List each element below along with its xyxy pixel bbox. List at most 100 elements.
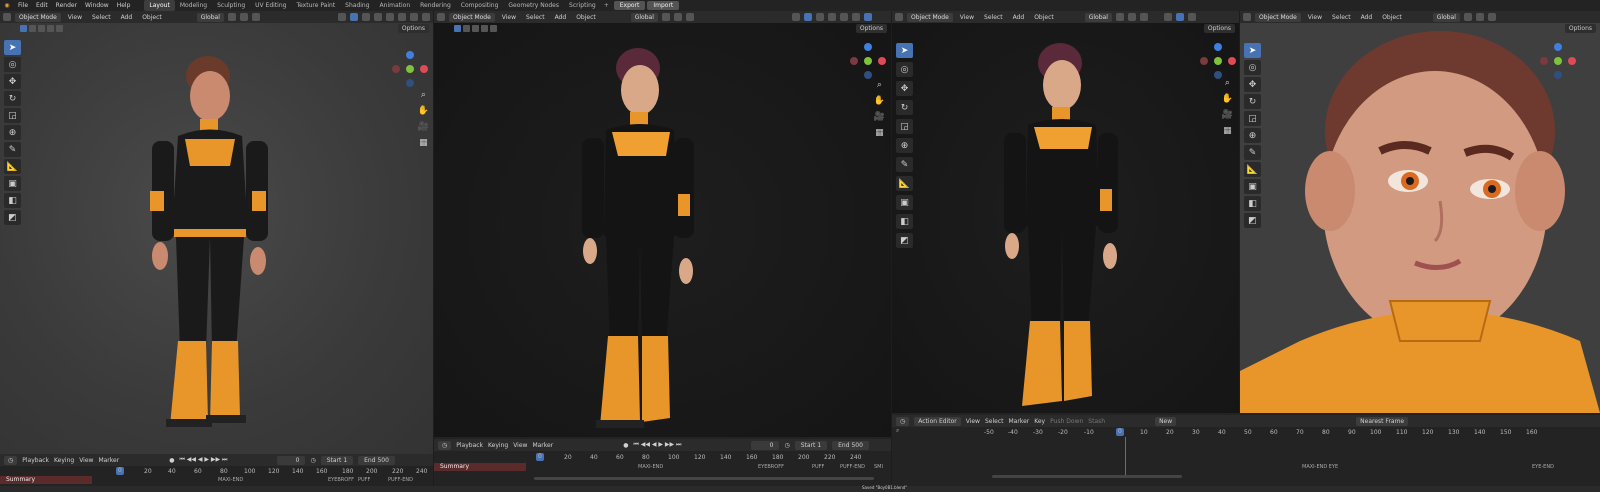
export-button[interactable]: Export [613,1,646,10]
current-frame-indicator[interactable]: 0 [116,467,124,475]
menu-add[interactable]: Add [1358,14,1376,21]
menu-add[interactable]: Add [552,14,570,21]
summary-channel[interactable]: Summary [0,476,92,484]
editor-type-icon[interactable]: ◷ [438,440,452,450]
snap-dropdown[interactable]: Nearest Frame [1356,416,1409,426]
timeline-ruler[interactable]: 0 20 40 60 80 100 120 140 160 180 200 22… [534,452,891,462]
playback-controls-icon[interactable]: ⏮ ◀◀ ◀ ▶ ▶▶ ⏭ [179,456,227,464]
tab-rendering[interactable]: Rendering [415,0,456,11]
summary-channel[interactable]: Summary [434,463,526,471]
measure-tool-icon[interactable]: 📐 [4,159,21,174]
menu-view[interactable]: View [513,442,527,449]
tab-uv-editing[interactable]: UV Editing [250,0,291,11]
editor-type-icon[interactable] [3,13,11,21]
gizmo-toggle-icon[interactable] [803,13,812,21]
select-new-icon[interactable] [20,25,27,32]
menu-marker[interactable]: Marker [532,442,553,449]
snap-icon[interactable] [673,13,682,21]
pivot-icon[interactable] [1115,13,1124,21]
viewport-2[interactable]: Object Mode View Select Add Object Globa… [434,11,891,437]
action-editor-mode-dropdown[interactable]: Action Editor [914,416,961,426]
rotate-tool-icon[interactable]: ↻ [1244,94,1261,109]
stash-button[interactable]: Stash [1088,418,1105,425]
select-intersect-icon[interactable] [490,25,497,32]
record-icon[interactable]: ● [169,457,174,464]
menu-key[interactable]: Key [1034,418,1045,425]
annotate-tool-icon[interactable]: ✎ [1244,145,1261,160]
shading-wire-icon[interactable] [827,13,836,21]
import-button[interactable]: Import [647,1,680,10]
character-model[interactable] [140,51,280,441]
marker[interactable]: PUFF-END [840,464,865,470]
tab-animation[interactable]: Animation [375,0,416,11]
pan-hand-icon[interactable]: ✋ [874,95,885,107]
menu-view[interactable]: View [957,14,977,21]
menu-keying[interactable]: Keying [488,442,508,449]
zoom-icon[interactable]: ⌕ [421,89,426,101]
shading-rendered-icon[interactable] [863,13,872,21]
mode-dropdown[interactable]: Object Mode [449,12,495,22]
transform-tool-icon[interactable]: ⊕ [4,125,21,140]
select-extend-icon[interactable] [29,25,36,32]
editor-type-icon[interactable]: ◷ [4,455,18,465]
cursor-tool-icon[interactable]: ◎ [1244,60,1261,75]
menu-add[interactable]: Add [1010,14,1028,21]
editor-type-icon[interactable] [437,13,445,21]
marker[interactable]: PUFF [812,464,824,470]
start-frame-field[interactable]: Start 1 [794,440,828,450]
navigation-gizmo[interactable] [1538,41,1578,81]
z-axis-icon[interactable] [1554,43,1562,51]
scale-tool-icon[interactable]: ◲ [1244,111,1261,126]
menu-object[interactable]: Object [573,14,599,21]
playhead-line[interactable] [1125,437,1126,477]
menu-view[interactable]: View [966,418,980,425]
clock-icon[interactable]: ◷ [784,442,789,449]
menu-playback[interactable]: Playback [22,457,49,464]
z-axis-icon[interactable] [1214,43,1222,51]
search-icon[interactable]: ⌕ [896,427,899,435]
orientation-dropdown[interactable]: Global [1084,12,1112,22]
shading-solid-icon[interactable] [397,13,406,21]
camera-icon[interactable]: 🎥 [874,111,885,123]
menu-edit[interactable]: Edit [32,0,52,11]
playback-controls-icon[interactable]: ⏮ ◀◀ ◀ ▶ ▶▶ ⏭ [633,441,681,449]
mode-dropdown[interactable]: Object Mode [907,12,953,22]
measure-tool-icon[interactable]: 📐 [1244,162,1261,177]
proportional-icon[interactable] [251,13,260,21]
tab-modeling[interactable]: Modeling [175,0,212,11]
orientation-dropdown[interactable]: Global [1432,12,1460,22]
annotate-tool-icon[interactable]: ✎ [896,157,913,172]
overlay-icon[interactable] [815,13,824,21]
add-cube-tool-icon[interactable]: ▣ [4,176,21,191]
timeline-ruler[interactable]: 0 20 40 60 80 100 120 140 160 180 200 22… [110,466,433,476]
tab-geometry-nodes[interactable]: Geometry Nodes [503,0,564,11]
tab-texture-paint[interactable]: Texture Paint [291,0,340,11]
tab-shading[interactable]: Shading [340,0,374,11]
menu-select[interactable]: Select [523,14,548,21]
marker[interactable]: SMI [874,464,883,470]
proportional-icon[interactable] [1139,13,1148,21]
action-editor[interactable]: ◷ Action Editor View Select Marker Key P… [892,413,1600,486]
x-axis-icon[interactable] [1228,57,1236,65]
orientation-dropdown[interactable]: Global [196,12,224,22]
x-axis-icon[interactable] [420,65,428,73]
options-button[interactable]: Options [1564,24,1596,33]
neg-x-axis-icon[interactable] [1200,57,1208,65]
options-button[interactable]: Options [397,24,429,33]
pan-hand-icon[interactable]: ✋ [418,105,429,117]
y-axis-icon[interactable] [406,65,414,73]
move-tool-icon[interactable]: ✥ [896,81,913,96]
viewport-4[interactable]: Object Mode View Select Add Object Globa… [1240,11,1600,413]
push-down-button[interactable]: Push Down [1050,418,1083,425]
current-frame-indicator[interactable]: 0 [1116,428,1124,436]
menu-view[interactable]: View [499,14,519,21]
shading-material-icon[interactable] [409,13,418,21]
gizmo-toggle-icon[interactable] [1175,13,1184,21]
menu-file[interactable]: File [14,0,32,11]
grid-icon[interactable]: ▦ [1223,125,1232,137]
visibility-icon[interactable] [791,13,800,21]
visibility-icon[interactable] [1163,13,1172,21]
neg-x-axis-icon[interactable] [850,57,858,65]
rotate-tool-icon[interactable]: ↻ [4,91,21,106]
menu-playback[interactable]: Playback [456,442,483,449]
